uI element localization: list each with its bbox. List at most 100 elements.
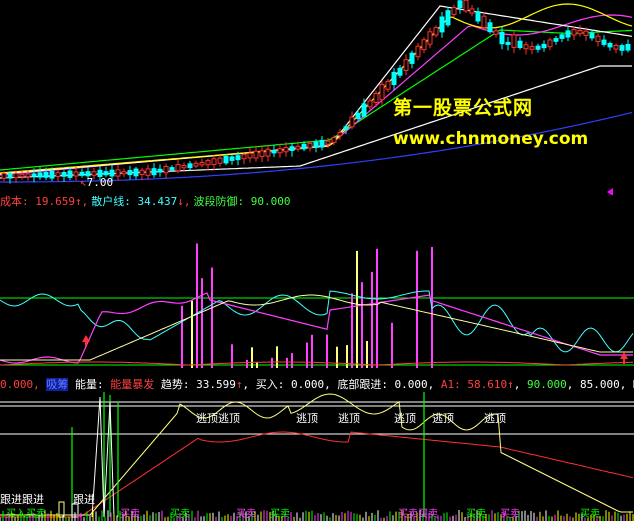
candle-body	[331, 137, 337, 143]
candle-body	[49, 170, 55, 179]
indicator1-magenta-line	[0, 292, 633, 364]
candle-body	[385, 80, 391, 90]
low-value: 7.00	[86, 176, 114, 189]
candle-body	[493, 30, 499, 35]
watermark-url: www.chnmoney.com	[393, 129, 589, 149]
candle-body	[55, 172, 61, 177]
buy-sell-label: 买卖	[120, 509, 140, 520]
candle-body	[319, 139, 325, 148]
candlestick-chart	[0, 0, 633, 195]
candle-body	[523, 44, 529, 50]
indicator1-panel[interactable]	[0, 210, 634, 378]
candle-body	[577, 30, 583, 35]
escape-top-label: 逃顶	[484, 412, 506, 425]
candle-body	[67, 170, 73, 178]
candle-body	[607, 43, 613, 48]
indicator2-item: ,	[513, 378, 528, 391]
candle-body	[115, 169, 121, 177]
indicator2-panel[interactable]: 逃顶逃顶 逃顶 逃顶 逃顶 逃顶 逃顶 跟进跟进 跟进 买入买卖 买卖 买卖 买卖 买卖 买卖买卖 买卖 买卖…	[0, 392, 634, 521]
candle-body	[325, 140, 331, 145]
buy-sell-label: 买卖	[170, 509, 190, 520]
candle-body	[535, 45, 541, 50]
candle-body	[361, 103, 367, 117]
candle-body	[277, 148, 283, 154]
candle-body	[421, 39, 427, 51]
indicator2-item: 0.000,	[0, 378, 47, 391]
indicator1-chart	[0, 243, 634, 368]
low-arrow: ↖	[80, 176, 87, 189]
candle-body	[373, 93, 379, 103]
candle-body	[625, 44, 631, 51]
indicator1-values: 成本: 19.659↑, 散户线: 34.437↓, 波段防御: 90.000	[0, 195, 293, 208]
candle-body	[205, 160, 211, 166]
candle-body	[349, 116, 355, 128]
candle-body	[79, 171, 85, 176]
indicator2-item: , 85.000, MA5:	[566, 378, 634, 391]
indicator1-item: 波段防御: 90.000	[193, 195, 291, 208]
candle-body	[415, 45, 421, 58]
indicator1-arrow: ↓,	[177, 195, 191, 208]
candle-body	[529, 46, 535, 50]
indicator1-arrow: ↑,	[74, 195, 89, 208]
candle-body	[37, 172, 43, 178]
candle-body	[199, 162, 205, 166]
candle-body	[499, 31, 505, 45]
buy-sell-label: 买入买卖	[6, 509, 46, 520]
candle-body	[517, 40, 523, 49]
candle-body	[241, 154, 247, 160]
candle-body	[409, 52, 415, 64]
candle-body	[73, 171, 79, 177]
candle-body	[613, 45, 619, 50]
indicator1-item: 成本: 19.659	[0, 195, 75, 208]
escape-top-label: 逃顶逃顶	[196, 412, 240, 425]
escape-top-label: 逃顶	[338, 412, 360, 425]
candle-body	[253, 150, 259, 159]
candle-body	[193, 162, 199, 167]
candle-body	[313, 141, 319, 148]
candle-body	[301, 143, 307, 150]
candle-body	[229, 156, 235, 161]
candle-body	[247, 152, 253, 159]
candle-body	[1, 173, 7, 179]
candle-body	[511, 34, 517, 48]
watermark-title: 第一股票公式网	[393, 97, 534, 119]
price-chart-panel[interactable]: ↖7.00 第一股票公式网 www.chnmoney.com	[0, 0, 634, 195]
candle-body	[61, 172, 67, 177]
candle-body	[469, 8, 475, 14]
candle-body	[337, 131, 343, 137]
candle-body	[379, 83, 385, 101]
candle-body	[457, 0, 463, 9]
indicator2-item: 吸筹	[46, 378, 69, 391]
candle-body	[475, 11, 481, 22]
candle-body	[397, 67, 403, 76]
candle-body	[541, 43, 547, 49]
follow-label: 跟进	[73, 493, 95, 506]
candle-body	[259, 150, 265, 157]
scroll-marker-icon	[607, 188, 613, 195]
candle-body	[283, 147, 289, 153]
indicator1-cyan-line	[0, 290, 634, 353]
candle-body	[103, 171, 109, 176]
indicator2-item: A1: 58.610	[440, 378, 508, 391]
indicator2-item: 能量:	[68, 378, 111, 391]
indicator2-item: , 买入: 0.000, 底部跟进: 0.000,	[242, 378, 441, 391]
indicator2-item: ↑	[507, 378, 514, 391]
candle-body	[43, 172, 49, 178]
candle-body	[583, 30, 589, 36]
up-arrow-icon	[82, 335, 90, 342]
indicator1-header: 成本: 19.659↑, 散户线: 34.437↓, 波段防御: 90.000	[0, 195, 296, 209]
candle-body	[157, 168, 163, 173]
candle-body	[169, 167, 175, 171]
candle-body	[25, 173, 31, 178]
candle-body	[595, 35, 601, 43]
candle-body	[343, 126, 349, 130]
low-price-label: ↖7.00	[80, 176, 113, 189]
indicator2-item: 趋势: 33.599	[154, 378, 236, 391]
candle-body	[163, 166, 169, 174]
candle-body	[439, 16, 445, 33]
escape-top-label: 逃顶	[432, 412, 454, 425]
indicator1-item: 散户线: 34.437	[91, 195, 178, 208]
candle-body	[295, 145, 301, 150]
candle-body	[355, 112, 361, 120]
candle-body	[181, 165, 187, 169]
